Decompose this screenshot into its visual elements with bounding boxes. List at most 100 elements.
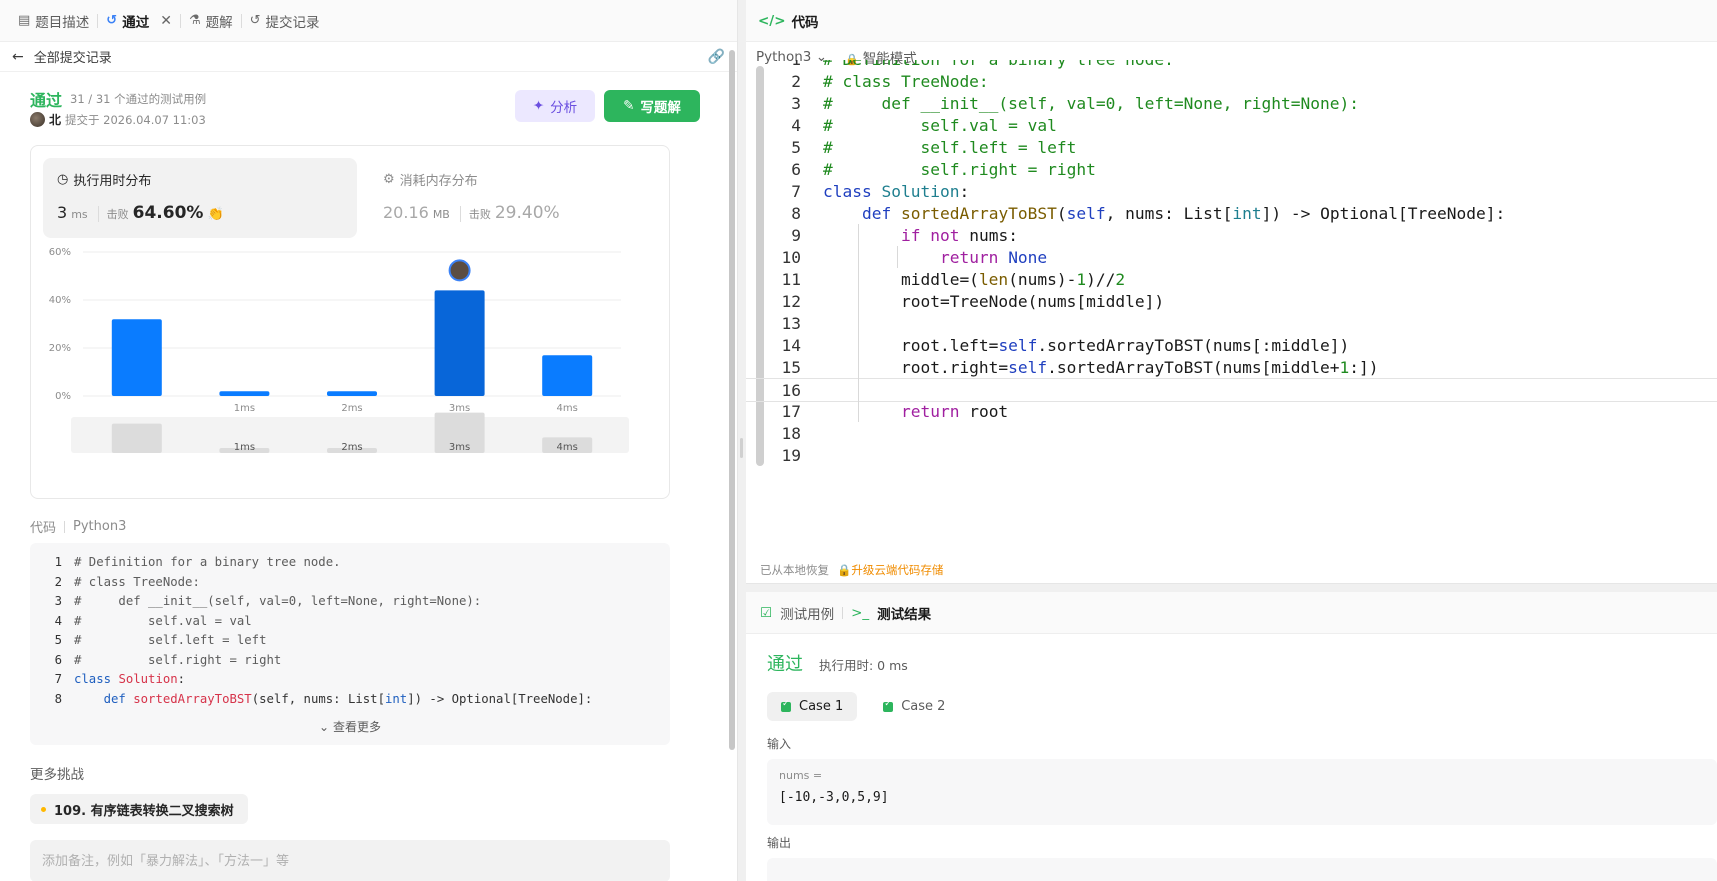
line-number: 5 xyxy=(791,138,801,157)
code-line: 8 def sortedArrayToBST(self, nums: List[… xyxy=(30,692,670,712)
bar xyxy=(327,391,377,396)
code-text: if not nums: xyxy=(900,226,1018,245)
editor-line[interactable]: 14 root.left=self.sortedArrayToBST(nums[… xyxy=(746,334,1717,358)
code-editor-panel: </> 代码 Python3 ⌄ 🔒智能模式 1# Definition for… xyxy=(746,0,1717,584)
runtime-unit: ms xyxy=(71,208,88,221)
code-text: # self.right = right xyxy=(74,652,282,667)
editor-line[interactable]: 2 # class TreeNode: xyxy=(746,70,1717,94)
input-label: 输入 xyxy=(767,737,792,751)
see-more-button[interactable]: ⌄ 查看更多 xyxy=(30,718,670,735)
code-editor[interactable]: 1# Definition for a binary tree node.2# … xyxy=(746,60,1717,520)
tab-testcases[interactable]: 测试用例 xyxy=(780,603,834,623)
editor-line[interactable]: 16 xyxy=(746,378,1717,402)
code-text: # self.left = left xyxy=(74,633,267,647)
all-submissions-link[interactable]: 全部提交记录 xyxy=(34,47,112,66)
clap-icon: 👏 xyxy=(207,207,224,222)
upgrade-storage-link[interactable]: 🔒升级云端代码存储 xyxy=(837,562,943,578)
editor-line[interactable]: 8 def sortedArrayToBST(self, nums: List[… xyxy=(746,202,1717,226)
line-number: 2 xyxy=(791,72,801,91)
case-tab-1[interactable]: Case 1 xyxy=(767,692,858,721)
code-lang: Python3 xyxy=(73,519,127,534)
lock-icon: 🔒 xyxy=(837,563,852,577)
analyze-button[interactable]: ✦ 分析 xyxy=(515,90,595,122)
runtime-metric[interactable]: ◷ 执行用时分布 3 ms 击败 64.60% 👏 xyxy=(43,158,357,238)
description-icon: ▤ xyxy=(18,13,31,28)
code-text: # class TreeNode: xyxy=(74,574,200,589)
avatar[interactable] xyxy=(30,112,45,127)
code-text: # self.right = right xyxy=(823,160,1096,179)
history-icon: ↺ xyxy=(106,13,118,28)
case-tab-1-label: Case 1 xyxy=(799,699,844,714)
editor-line[interactable]: 11 middle=(len(nums)-1)//2 xyxy=(746,268,1717,292)
code-text: # Definition for a binary tree node. xyxy=(74,555,341,569)
memory-beat-label: 击败 xyxy=(459,206,491,222)
code-line: 5 # self.left = left xyxy=(30,633,670,653)
editor-line[interactable]: 3 # def __init__(self, val=0, left=None, … xyxy=(746,92,1717,116)
x-tick-label: 2ms xyxy=(341,403,362,414)
tab-accepted[interactable]: ↺ 通过 ✕ xyxy=(98,0,180,42)
username[interactable]: 北 xyxy=(49,111,61,128)
runtime-distribution-chart: 0% 20% 40% 60% 1ms 1ms 2ms 2ms 3ms 3ms 4ms 4ms xyxy=(49,247,629,453)
tab-description-label: 题目描述 xyxy=(35,14,90,31)
editor-line[interactable]: 18 xyxy=(746,422,1717,446)
memory-metric[interactable]: ⚙ 消耗内存分布 20.16 MB 击败 29.40% xyxy=(369,158,683,238)
code-text: middle=(len(nums)-1)//2 xyxy=(823,270,1126,289)
editor-line[interactable]: 15 root.right=self.sortedArrayToBST(nums… xyxy=(746,356,1717,380)
code-text: # self.val = val xyxy=(823,116,1057,135)
related-problem-chip[interactable]: 109. 有序链表转换二叉搜索树 xyxy=(30,794,248,824)
line-number: 7 xyxy=(791,182,801,201)
editor-line[interactable]: 9 if not nums: xyxy=(746,224,1717,248)
code-line: 7 class Solution: xyxy=(30,672,670,692)
result-time: 执行用时: 0 ms xyxy=(819,658,908,673)
case-tab-2[interactable]: Case 2 xyxy=(869,692,959,721)
code-line: 6 # self.right = right xyxy=(30,653,670,673)
left-scrollbar[interactable] xyxy=(729,50,735,750)
code-line: 3 # def __init__(self, val=0, left=None, … xyxy=(30,594,670,614)
analyze-label: 分析 xyxy=(550,100,578,116)
note-input[interactable]: 添加备注，例如「暴力解法」、「方法一」等 xyxy=(30,840,670,881)
editor-line[interactable]: 6 # self.right = right xyxy=(746,158,1717,182)
code-line: 1 # Definition for a binary tree node. xyxy=(30,555,670,575)
close-icon[interactable]: ✕ xyxy=(160,13,172,29)
line-number: 5 xyxy=(54,633,62,647)
write-solution-button[interactable]: ✎ 写题解 xyxy=(604,90,700,122)
tab-submissions[interactable]: ↺ 提交记录 xyxy=(242,0,328,42)
submission-panel: ▤ 题目描述 ↺ 通过 ✕ ⚗ 题解 ↺ 提交记录 ← 全部提交记录 🔗 通过 … xyxy=(0,0,738,881)
history-icon: ↺ xyxy=(249,13,261,28)
code-text: # def __init__(self, val=0, left=None, r… xyxy=(823,94,1360,113)
memory-beat-pct: 29.40% xyxy=(494,203,560,223)
line-number: 4 xyxy=(54,613,62,628)
editor-line[interactable]: 5 # self.left = left xyxy=(746,136,1717,160)
code-text: # self.left = left xyxy=(823,138,1077,157)
code-text: class Solution: xyxy=(74,672,186,686)
tab-description[interactable]: ▤ 题目描述 xyxy=(10,0,97,42)
y-tick-label: 20% xyxy=(49,343,71,354)
editor-line[interactable]: 10 return None xyxy=(746,246,1717,270)
editor-line[interactable]: 19 xyxy=(746,444,1717,468)
app-root: ▤ 题目描述 ↺ 通过 ✕ ⚗ 题解 ↺ 提交记录 ← 全部提交记录 🔗 通过 … xyxy=(0,0,1717,881)
editor-line[interactable]: 12 root=TreeNode(nums[middle]) xyxy=(746,290,1717,314)
bar xyxy=(219,391,270,396)
editor-header: </> 代码 xyxy=(746,0,1717,42)
line-number: 2 xyxy=(54,574,62,589)
line-number: 6 xyxy=(791,160,801,179)
editor-line[interactable]: 17 return root xyxy=(746,400,1717,424)
link-icon[interactable]: 🔗 xyxy=(708,49,725,65)
code-icon: </> xyxy=(758,12,786,29)
panel-resize-handle[interactable] xyxy=(740,438,743,458)
tab-solutions[interactable]: ⚗ 题解 xyxy=(181,0,241,42)
input-var: nums = xyxy=(779,769,823,782)
tab-accepted-label: 通过 xyxy=(122,14,150,31)
overview-bar xyxy=(111,423,162,453)
editor-status: 已从本地恢复 🔒升级云端代码存储 xyxy=(760,562,943,578)
tab-test-result[interactable]: 测试结果 xyxy=(877,603,931,623)
user-avatar-marker xyxy=(448,259,471,282)
editor-line[interactable]: 13 xyxy=(746,312,1717,336)
back-row: ← 全部提交记录 🔗 xyxy=(0,42,737,72)
line-number: 18 xyxy=(781,424,802,443)
editor-line[interactable]: 7 class Solution: xyxy=(746,180,1717,204)
arrow-left-icon[interactable]: ← xyxy=(12,49,24,65)
tab-solutions-label: 题解 xyxy=(205,14,233,31)
editor-line[interactable]: 4 # self.val = val xyxy=(746,114,1717,138)
